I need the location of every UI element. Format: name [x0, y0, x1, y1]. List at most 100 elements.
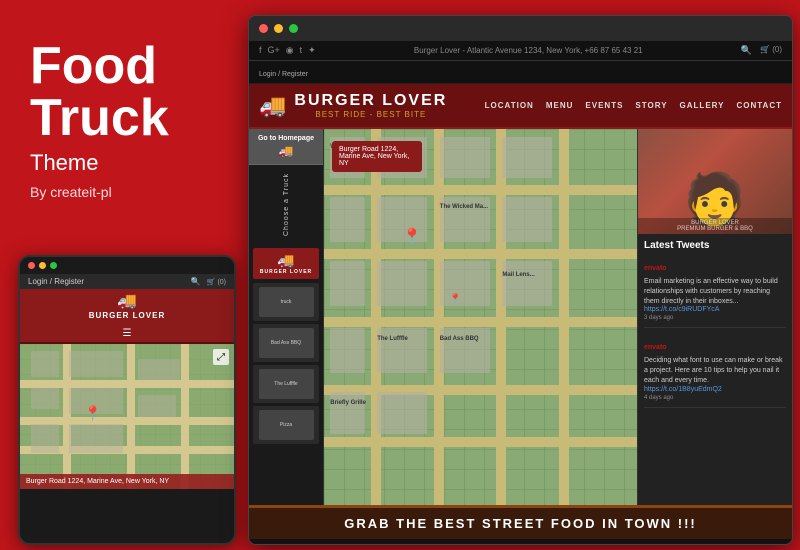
- desktop-dot-green: [289, 24, 298, 33]
- nav-gallery[interactable]: GALLERY: [680, 101, 725, 110]
- sidebar-logo-box: 🚚 BURGER LOVER: [253, 248, 319, 279]
- nav-story[interactable]: STORY: [635, 101, 667, 110]
- tweet-time-2: 4 days ago: [644, 395, 786, 401]
- tweet-time-1: 3 days ago: [644, 315, 786, 321]
- sidebar-item-4[interactable]: Pizza: [253, 406, 319, 444]
- sidebar-item-img-1: truck: [259, 287, 314, 317]
- mobile-map-pin: 📍: [84, 405, 101, 422]
- map-label-mail: Mail Lens...: [502, 272, 534, 278]
- facebook-icon[interactable]: f: [259, 45, 262, 56]
- desktop-content-area: Go to Homepage 🚚 Choose a Truck 🚚 BURGER…: [249, 129, 792, 505]
- sidebar-item-label-4: Pizza: [280, 422, 292, 428]
- desktop-window-controls: [249, 16, 792, 41]
- rss-icon[interactable]: ◉: [286, 45, 294, 56]
- mobile-mockup: Login / Register 🔍 🛒 (0) 🚚 BURGER LOVER …: [18, 255, 236, 545]
- desktop-main-nav: 🚚 BURGER LOVER BEST RIDE - BEST BITE LOC…: [249, 84, 792, 129]
- map-label-badass: Bad Ass BBQ: [440, 336, 479, 342]
- desktop-mockup: f G+ ◉ t ✦ Burger Lover - Atlantic Avenu…: [248, 15, 793, 545]
- desktop-truck-icon: 🚚: [259, 93, 286, 119]
- sidebar-truck-small: 🚚: [253, 144, 319, 158]
- mobile-dot-yellow: [39, 262, 46, 269]
- mobile-header: 🚚 BURGER LOVER ☰: [20, 289, 234, 344]
- map-pin-2: 📍: [449, 294, 461, 305]
- map-label-briefly: Briefly Grille: [330, 400, 366, 406]
- map-address-popup: Burger Road 1224, Marine Ave, New York, …: [332, 141, 422, 172]
- mobile-dot-red: [28, 262, 35, 269]
- mobile-top-bar: [20, 257, 234, 274]
- mobile-address-bar: Burger Road 1224, Marine Ave, New York, …: [20, 474, 234, 489]
- tweet-link-2[interactable]: https://t.co/1B8yuEdmQ2: [644, 386, 786, 393]
- tumblr-icon[interactable]: t: [300, 45, 303, 56]
- burger-man-label: BURGER LOVERPREMIUM BURGER & BBQ: [638, 218, 792, 234]
- go-homepage-button[interactable]: Go to Homepage 🚚: [249, 129, 323, 165]
- desktop-right-panel: 🧑 BURGER LOVERPREMIUM BURGER & BBQ Lates…: [637, 129, 792, 505]
- desktop-dot-yellow: [274, 24, 283, 33]
- sidebar-logo-text: BURGER LOVER: [257, 269, 315, 275]
- desktop-sidebar: Go to Homepage 🚚 Choose a Truck 🚚 BURGER…: [249, 129, 324, 505]
- desktop-login-bar: Login / Register: [249, 61, 792, 84]
- nav-menu[interactable]: MENU: [546, 101, 574, 110]
- tweet-handle-2: envato: [644, 344, 667, 351]
- desktop-map: Walgreens The Wicked Ma... Mail Lens... …: [324, 129, 637, 505]
- mobile-window-controls: [28, 262, 57, 269]
- mobile-zoom-button[interactable]: ⤢: [213, 349, 229, 365]
- mobile-brand-name: BURGER LOVER: [89, 311, 165, 320]
- mobile-dot-green: [50, 262, 57, 269]
- by-line: By createit-pl: [30, 184, 210, 200]
- nav-contact[interactable]: CONTACT: [736, 101, 782, 110]
- desktop-body: f G+ ◉ t ✦ Burger Lover - Atlantic Avenu…: [249, 41, 792, 539]
- tweet-item-2: envato Deciding what font to use can mak…: [644, 336, 786, 407]
- bottom-banner-text: GRAB THE BEST STREET FOOD IN TOWN !!!: [259, 516, 782, 531]
- map-label-wicked: The Wicked Ma...: [440, 204, 488, 210]
- sidebar-item-img-3: The Lufffle: [259, 369, 314, 399]
- sidebar-item-1[interactable]: truck: [253, 283, 319, 321]
- nav-location[interactable]: LOCATION: [485, 101, 534, 110]
- tweet-link-1[interactable]: https://t.co/c9iRUDFYcA: [644, 306, 786, 313]
- desktop-header-icons: 🔍 🛒 (0): [741, 45, 782, 56]
- mobile-map: 📍 ⤢ Burger Road 1224, Marine Ave, New Yo…: [20, 344, 234, 489]
- go-homepage-label: Go to Homepage: [253, 135, 319, 142]
- twitter-icon[interactable]: ✦: [308, 45, 316, 56]
- map-pin: 📍: [402, 227, 422, 247]
- map-address-text: Burger Road 1224, Marine Ave, New York, …: [339, 146, 415, 167]
- tweet-text-1: Email marketing is an effective way to b…: [644, 277, 786, 306]
- sidebar-truck-icon: 🚚: [257, 252, 315, 269]
- desktop-social-icons: f G+ ◉ t ✦: [259, 45, 316, 56]
- mobile-cart-icon[interactable]: 🛒 (0): [207, 278, 226, 286]
- tweet-text-2: Deciding what font to use can make or br…: [644, 356, 786, 385]
- sidebar-item-label-2: Bad Ass BBQ: [271, 340, 301, 346]
- choose-truck-label: Choose a Truck: [283, 168, 290, 241]
- mobile-truck-icon: 🚚: [117, 291, 137, 311]
- desktop-brand-tagline: BEST RIDE - BEST BITE: [294, 110, 447, 119]
- burger-man-photo: 🧑 BURGER LOVERPREMIUM BURGER & BBQ: [638, 129, 792, 234]
- subtitle: Theme: [30, 150, 210, 176]
- desktop-cart-icon[interactable]: 🛒 (0): [760, 45, 782, 56]
- desktop-login-register[interactable]: Login / Register: [259, 71, 308, 78]
- desktop-header-top: f G+ ◉ t ✦ Burger Lover - Atlantic Avenu…: [249, 41, 792, 61]
- desktop-bottom-banner: GRAB THE BEST STREET FOOD IN TOWN !!!: [249, 505, 792, 539]
- mobile-menu-icon[interactable]: ☰: [123, 328, 132, 339]
- mobile-search-icon[interactable]: 🔍: [191, 277, 201, 286]
- mobile-browser-bar: Login / Register 🔍 🛒 (0): [20, 274, 234, 289]
- tweet-item-1: envato Email marketing is an effective w…: [644, 257, 786, 328]
- sidebar-item-img-2: Bad Ass BBQ: [259, 328, 314, 358]
- mobile-map-background: 📍: [20, 344, 234, 489]
- desktop-map-background: Walgreens The Wicked Ma... Mail Lens... …: [324, 129, 637, 505]
- mobile-login-register[interactable]: Login / Register: [28, 277, 84, 286]
- mobile-address-text: Burger Road 1224, Marine Ave, New York, …: [26, 478, 228, 485]
- desktop-logo-area: 🚚 BURGER LOVER BEST RIDE - BEST BITE: [259, 92, 447, 119]
- title-truck: Truck: [30, 92, 210, 144]
- desktop-brand: BURGER LOVER BEST RIDE - BEST BITE: [294, 92, 447, 119]
- nav-events[interactable]: EVENTS: [585, 101, 623, 110]
- desktop-dot-red: [259, 24, 268, 33]
- tweets-panel: Latest Tweets envato Email marketing is …: [638, 234, 792, 505]
- mobile-header-icons: 🔍 🛒 (0): [191, 277, 226, 286]
- tweets-title: Latest Tweets: [644, 240, 786, 251]
- title-food: Food: [30, 40, 210, 92]
- sidebar-item-2[interactable]: Bad Ass BBQ: [253, 324, 319, 362]
- sidebar-item-label-1: truck: [281, 299, 292, 305]
- sidebar-item-3[interactable]: The Lufffle: [253, 365, 319, 403]
- desktop-brand-name: BURGER LOVER: [294, 92, 447, 110]
- desktop-search-icon[interactable]: 🔍: [741, 45, 752, 56]
- google-plus-icon[interactable]: G+: [268, 45, 280, 56]
